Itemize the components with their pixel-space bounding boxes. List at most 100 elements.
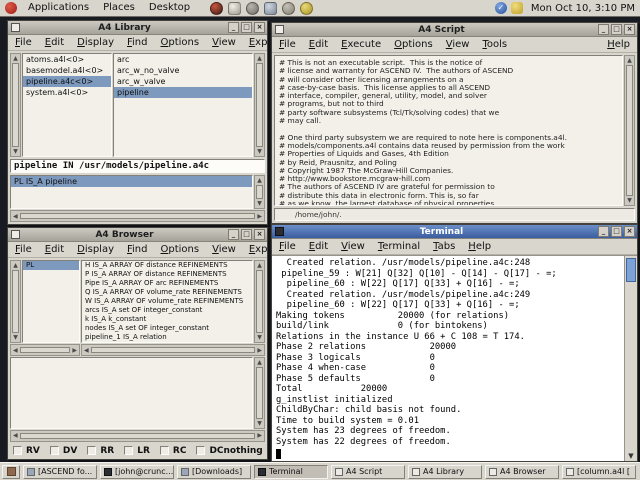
- list-item[interactable]: Pipe IS_A ARRAY OF arc REFINEMENTS: [82, 279, 252, 288]
- menu-terminal[interactable]: Terminal: [378, 241, 420, 252]
- maximize-button[interactable]: □: [241, 229, 252, 240]
- terminal-screen[interactable]: Created relation. /usr/models/pipeline.a…: [272, 255, 637, 461]
- list-item[interactable]: basemodel.a4l<0>: [23, 65, 111, 76]
- menu-display[interactable]: Display: [77, 244, 114, 255]
- minimize-button[interactable]: _: [598, 24, 609, 35]
- menu-view[interactable]: View: [212, 244, 236, 255]
- checkbox-rv[interactable]: [13, 446, 22, 456]
- task-button-a4-script[interactable]: A4 Script: [331, 464, 405, 479]
- distro-menu-icon[interactable]: [5, 2, 17, 14]
- menu-view[interactable]: View: [446, 39, 470, 50]
- alert-notifier-icon[interactable]: [510, 2, 523, 14]
- task-button-john-crunch[interactable]: [john@crunc...: [100, 464, 174, 479]
- close-button[interactable]: ×: [254, 22, 265, 33]
- tree-hscrollbar[interactable]: ◀ ▶: [10, 344, 80, 356]
- script-statement-line[interactable]: /home/john/.: [274, 208, 635, 221]
- list-item[interactable]: arc_w_valve: [114, 76, 252, 87]
- checkbox-dv[interactable]: [49, 446, 59, 456]
- checkbox-lr[interactable]: [124, 446, 134, 456]
- list-item[interactable]: Q IS_A ARRAY OF volume_rate REFINEMENTS: [82, 288, 252, 297]
- show-desktop-button[interactable]: [2, 464, 20, 479]
- browser-titlebar[interactable]: A4 Browser _ □ ×: [8, 228, 267, 242]
- terminal-scrollbar-thumb[interactable]: [626, 258, 636, 282]
- list-item[interactable]: W IS_A ARRAY OF volume_rate REFINEMENTS: [82, 297, 252, 306]
- menu-file[interactable]: File: [279, 241, 296, 252]
- list-item-selected[interactable]: pipeline.a4c<0>: [23, 76, 111, 87]
- panel-menu-applications[interactable]: Applications: [22, 0, 95, 16]
- menu-options[interactable]: Options: [161, 37, 200, 48]
- file-list-scrollbar[interactable]: ▲ ▼: [10, 53, 21, 157]
- attribute-list[interactable]: [10, 357, 253, 429]
- menu-find[interactable]: Find: [127, 244, 148, 255]
- list-item[interactable]: H IS_A ARRAY OF distance REFINEMENTS: [82, 261, 252, 270]
- attribute-hscrollbar[interactable]: ◀ ▶: [10, 429, 265, 442]
- app-launcher-3-icon[interactable]: [246, 1, 260, 15]
- list-item-selected[interactable]: PL IS_A pipeline: [11, 175, 252, 187]
- menu-view[interactable]: View: [212, 37, 236, 48]
- task-button-terminal[interactable]: Terminal: [254, 464, 328, 479]
- menu-help[interactable]: Help: [607, 39, 630, 50]
- list-item[interactable]: arcs IS_A set OF integer_constant: [82, 306, 252, 315]
- list-item[interactable]: nodes IS_A set OF integer_constant: [82, 324, 252, 333]
- panel-menu-places[interactable]: Places: [97, 0, 141, 16]
- script-titlebar[interactable]: A4 Script _ □ ×: [272, 23, 637, 37]
- script-scrollbar[interactable]: ▲ ▼: [624, 55, 635, 206]
- list-item-selected[interactable]: PL: [23, 261, 79, 270]
- menu-edit[interactable]: Edit: [309, 241, 328, 252]
- menu-tabs[interactable]: Tabs: [433, 241, 455, 252]
- menu-view[interactable]: View: [341, 241, 365, 252]
- menu-execute[interactable]: Execute: [341, 39, 381, 50]
- menu-options[interactable]: Options: [161, 244, 200, 255]
- menu-edit[interactable]: Edit: [45, 244, 64, 255]
- task-button-ascend[interactable]: [ASCEND fo...: [23, 464, 97, 479]
- update-notifier-icon[interactable]: ✓: [494, 2, 507, 14]
- panel-clock[interactable]: Mon Oct 10, 3:10 PM: [531, 3, 635, 14]
- simulation-scrollbar[interactable]: ▲ ▼: [254, 174, 265, 210]
- menu-display[interactable]: Display: [77, 37, 114, 48]
- script-text[interactable]: # This is not an executable script. This…: [274, 55, 623, 206]
- checkbox-rr[interactable]: [87, 446, 97, 456]
- close-button[interactable]: ×: [624, 24, 635, 35]
- app-launcher-5-icon[interactable]: [282, 1, 296, 15]
- task-button-a4-browser[interactable]: A4 Browser: [485, 464, 559, 479]
- model-list-scrollbar[interactable]: ▲ ▼: [254, 53, 265, 157]
- list-item[interactable]: arc: [114, 54, 252, 65]
- app-launcher-6-icon[interactable]: [300, 1, 314, 15]
- attribute-scrollbar[interactable]: ▲ ▼: [254, 357, 265, 429]
- list-item[interactable]: k IS_A k_constant: [82, 315, 252, 324]
- menu-tools[interactable]: Tools: [482, 39, 507, 50]
- menu-find[interactable]: Find: [127, 37, 148, 48]
- terminal-titlebar[interactable]: Terminal _ □ ×: [272, 225, 637, 239]
- maximize-button[interactable]: □: [611, 226, 622, 237]
- task-button-downloads[interactable]: [Downloads]: [177, 464, 251, 479]
- terminal-output[interactable]: Created relation. /usr/models/pipeline.a…: [272, 256, 624, 461]
- minimize-button[interactable]: _: [228, 22, 239, 33]
- minimize-button[interactable]: _: [228, 229, 239, 240]
- terminal-scrollbar[interactable]: ▼: [624, 256, 637, 461]
- close-button[interactable]: ×: [624, 226, 635, 237]
- scroll-down-icon[interactable]: ▼: [625, 452, 637, 460]
- list-item[interactable]: pipeline_1 IS_A relation: [82, 333, 252, 342]
- checkbox-rc[interactable]: [159, 446, 169, 456]
- minimize-button[interactable]: _: [598, 226, 609, 237]
- app-launcher-1-icon[interactable]: [210, 1, 224, 15]
- menu-file[interactable]: File: [15, 37, 32, 48]
- checkbox-dc[interactable]: [196, 446, 206, 456]
- list-item[interactable]: system.a4l<0>: [23, 87, 111, 98]
- maximize-button[interactable]: □: [241, 22, 252, 33]
- list-item[interactable]: P IS_A ARRAY OF distance REFINEMENTS: [82, 270, 252, 279]
- close-button[interactable]: ×: [254, 229, 265, 240]
- menu-edit[interactable]: Edit: [45, 37, 64, 48]
- menu-options[interactable]: Options: [394, 39, 433, 50]
- task-button-column-a4l[interactable]: [column.a4l [: [562, 464, 636, 479]
- menu-help[interactable]: Help: [468, 241, 491, 252]
- list-item-selected[interactable]: pipeline: [114, 87, 252, 98]
- menu-file[interactable]: File: [279, 39, 296, 50]
- menu-file[interactable]: File: [15, 244, 32, 255]
- library-hscrollbar[interactable]: ◀ ▶: [10, 210, 265, 222]
- maximize-button[interactable]: □: [611, 24, 622, 35]
- list-item[interactable]: atoms.a4l<0>: [23, 54, 111, 65]
- panel-menu-desktop[interactable]: Desktop: [143, 0, 196, 16]
- tree-scrollbar[interactable]: ▲ ▼: [10, 260, 21, 343]
- task-button-a4-library[interactable]: A4 Library: [408, 464, 482, 479]
